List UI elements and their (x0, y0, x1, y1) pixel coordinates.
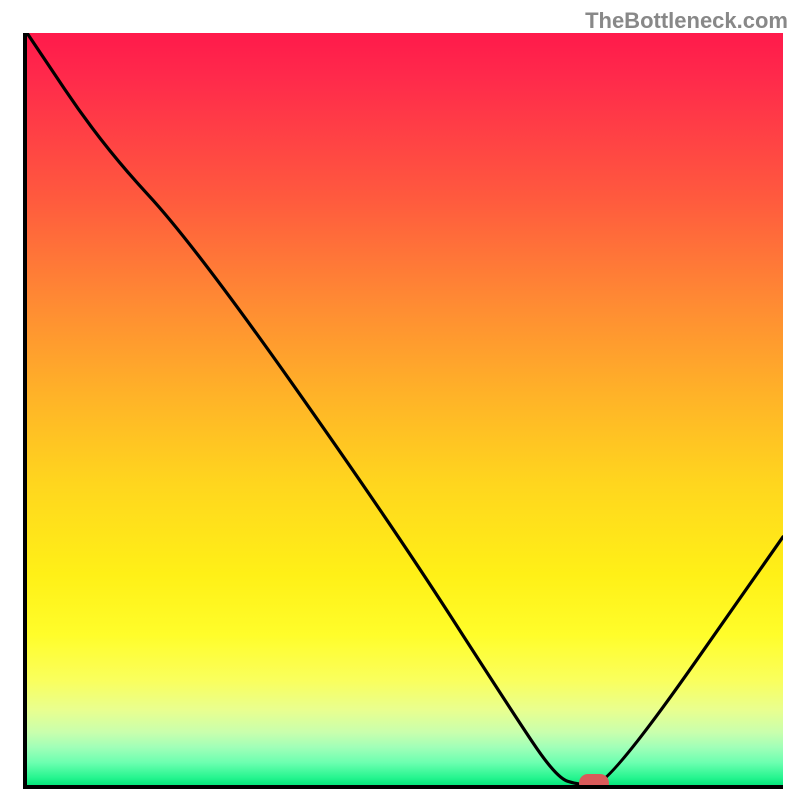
bottleneck-curve (27, 33, 783, 785)
curve-path (27, 33, 783, 785)
chart-frame (23, 33, 783, 789)
optimal-match-marker (579, 774, 609, 789)
attribution-text: TheBottleneck.com (585, 8, 788, 34)
